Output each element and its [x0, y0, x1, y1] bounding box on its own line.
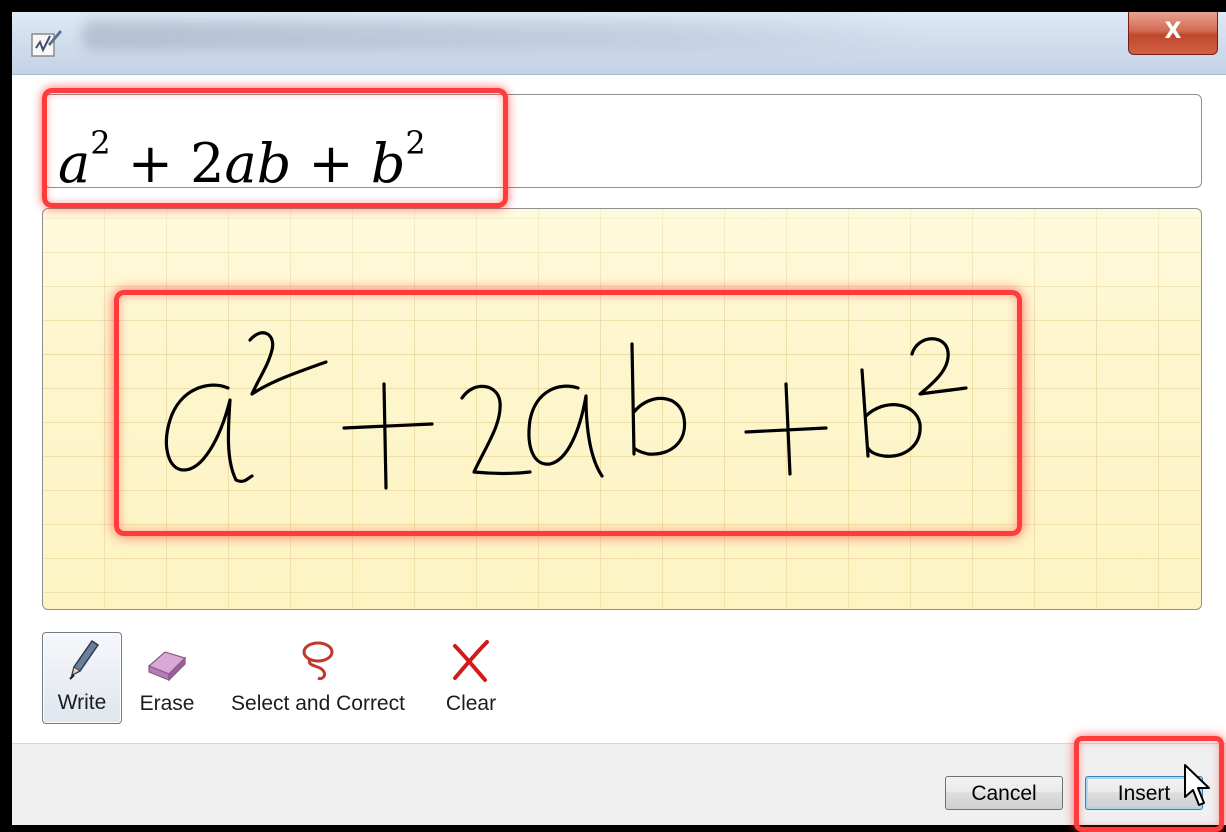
math-input-app-icon [31, 30, 62, 57]
handwriting-highlight-box [114, 290, 1022, 536]
clear-x-icon [453, 640, 489, 682]
erase-tool-button[interactable]: Erase [132, 632, 202, 724]
cancel-button[interactable]: Cancel [945, 776, 1063, 810]
mouse-cursor-icon [1184, 764, 1210, 806]
eraser-icon [147, 651, 187, 682]
write-tool-label: Write [57, 691, 107, 714]
clear-tool-button[interactable]: Clear [436, 632, 506, 724]
select-and-correct-tool-label: Select and Correct [231, 692, 405, 715]
result-highlight-box [42, 88, 508, 208]
lasso-icon [302, 641, 334, 680]
dialog-footer: Cancel Insert [12, 743, 1226, 825]
write-tool-button[interactable]: Write [42, 632, 122, 724]
clear-tool-label: Clear [445, 692, 497, 715]
erase-tool-label: Erase [139, 692, 195, 715]
blurred-background-title [82, 20, 922, 50]
close-button[interactable]: X [1128, 12, 1218, 55]
pen-icon [69, 639, 100, 680]
title-bar[interactable]: X [12, 12, 1226, 75]
select-and-correct-tool-button[interactable]: Select and Correct [216, 632, 420, 724]
